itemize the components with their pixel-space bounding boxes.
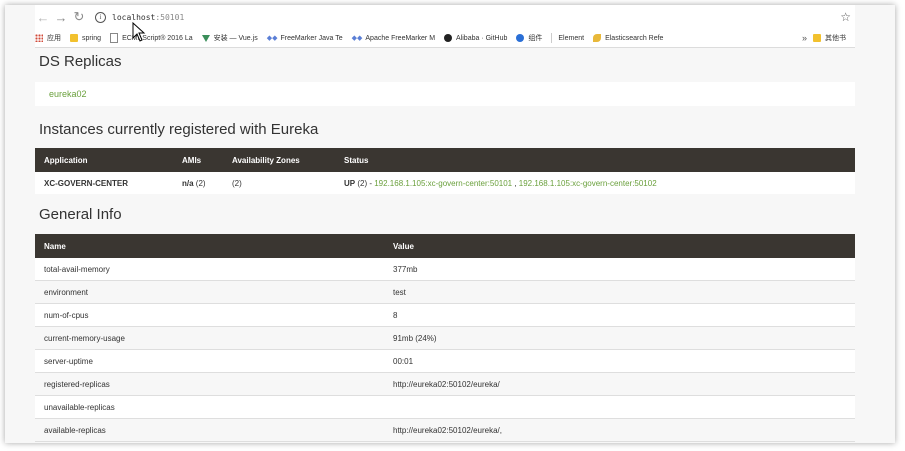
bookmark-separator — [551, 33, 553, 43]
bookmark-apache-freemarker[interactable]: ◆◆ Apache FreeMarker M — [351, 34, 435, 43]
browser-toolbar: ← → ↻ i localhost:50101 ☆ — [35, 5, 855, 29]
info-value: 377mb — [393, 265, 418, 274]
circle-icon — [516, 34, 525, 42]
info-value: http://eureka02:50102/eureka/ — [393, 380, 500, 389]
instance-link[interactable]: 192.168.1.105:xc-govern-center:50101 — [374, 179, 512, 188]
info-name: server-uptime — [44, 357, 93, 366]
amis-cell: n/a (2) — [182, 179, 206, 188]
info-name: environment — [44, 288, 89, 297]
general-info-title: General Info — [39, 206, 122, 223]
info-icon[interactable]: i — [95, 11, 106, 23]
column-header: Status — [344, 156, 369, 165]
info-name: total-avail-memory — [44, 265, 110, 274]
column-header: Availability Zones — [232, 156, 300, 165]
instances-table-header: Application AMIs Availability Zones Stat… — [35, 148, 855, 172]
diamond-icon: ◆◆ — [351, 35, 363, 42]
bookmark-apps[interactable]: 应用 — [35, 33, 61, 43]
info-name: unavailable-replicas — [44, 403, 115, 412]
info-value: 91mb (24%) — [393, 334, 437, 343]
back-arrow-icon[interactable]: ← — [35, 9, 51, 25]
forward-arrow-icon[interactable]: → — [53, 9, 69, 25]
leaf-icon — [593, 34, 602, 42]
column-header: AMIs — [182, 156, 202, 165]
info-value: 8 — [393, 311, 398, 320]
table-row: available-replicas http://eureka02:50102… — [35, 419, 855, 442]
bookmark-alibaba-github[interactable]: Alibaba · GitHub — [444, 34, 507, 42]
bookmark-spring[interactable]: spring — [70, 34, 101, 42]
info-value: test — [393, 288, 406, 297]
url-text[interactable]: localhost:50101 — [112, 13, 184, 22]
table-row: total-avail-memory 377mb — [35, 258, 855, 281]
table-row: unavailable-replicas — [35, 396, 855, 419]
status-cell: UP (2) - 192.168.1.105:xc-govern-center:… — [344, 179, 657, 188]
bookmark-vue[interactable]: 安装 — Vue.js — [201, 33, 258, 43]
bookmark-star-icon[interactable]: ☆ — [840, 10, 851, 24]
other-bookmarks-folder[interactable]: 其他书 — [813, 33, 846, 43]
bookmark-components[interactable]: 组件 — [516, 33, 542, 43]
info-value: 00:01 — [393, 357, 414, 366]
replica-link[interactable]: eureka02 — [49, 89, 87, 99]
ds-replicas-title: DS Replicas — [39, 53, 122, 70]
more-bookmarks-button[interactable]: » — [802, 33, 807, 43]
table-row: registered-replicas http://eureka02:5010… — [35, 373, 855, 396]
column-header: Value — [393, 242, 414, 251]
instance-link[interactable]: 192.168.1.105:xc-govern-center:50102 — [519, 179, 657, 188]
browser-window: ← → ↻ i localhost:50101 ☆ 应用 spring ECMA… — [5, 5, 895, 443]
github-icon — [444, 34, 453, 42]
bookmarks-bar: 应用 spring ECMAScript® 2016 La 安装 — Vue.j… — [35, 29, 855, 48]
bookmark-element[interactable]: Element — [558, 35, 584, 42]
info-name: current-memory-usage — [44, 334, 125, 343]
bookmark-elasticsearch[interactable]: Elasticsearch Refe — [593, 34, 663, 42]
folder-icon — [70, 34, 78, 42]
apps-grid-icon — [35, 34, 43, 42]
table-row: num-of-cpus 8 — [35, 304, 855, 327]
folder-icon — [813, 34, 821, 42]
info-name: num-of-cpus — [44, 311, 89, 320]
general-info-table-header: Name Value — [35, 234, 855, 258]
table-row: XC-GOVERN-CENTER n/a (2) (2) UP (2) - 19… — [35, 172, 855, 194]
page-content: DS Replicas eureka02 Instances currently… — [35, 48, 855, 443]
zones-cell: (2) — [232, 179, 242, 188]
instances-title: Instances currently registered with Eure… — [39, 121, 319, 138]
reload-icon[interactable]: ↻ — [71, 9, 87, 25]
table-row: server-uptime 00:01 — [35, 350, 855, 373]
column-header: Name — [44, 242, 66, 251]
info-name: registered-replicas — [44, 380, 110, 389]
document-icon — [110, 33, 119, 43]
info-value: http://eureka02:50102/eureka/, — [393, 426, 502, 435]
mouse-cursor-icon — [132, 22, 146, 42]
bookmark-ecmascript[interactable]: ECMAScript® 2016 La — [110, 33, 193, 43]
vue-icon — [201, 34, 210, 42]
diamond-icon: ◆◆ — [266, 35, 278, 42]
table-row: current-memory-usage 91mb (24%) — [35, 327, 855, 350]
column-header: Application — [44, 156, 88, 165]
table-row: environment test — [35, 281, 855, 304]
application-name: XC-GOVERN-CENTER — [44, 179, 129, 188]
address-bar[interactable]: i localhost:50101 ☆ — [95, 8, 855, 26]
bookmark-freemarker-java[interactable]: ◆◆ FreeMarker Java Te — [266, 34, 343, 43]
info-name: available-replicas — [44, 426, 106, 435]
ds-replicas-list: eureka02 — [35, 82, 855, 106]
